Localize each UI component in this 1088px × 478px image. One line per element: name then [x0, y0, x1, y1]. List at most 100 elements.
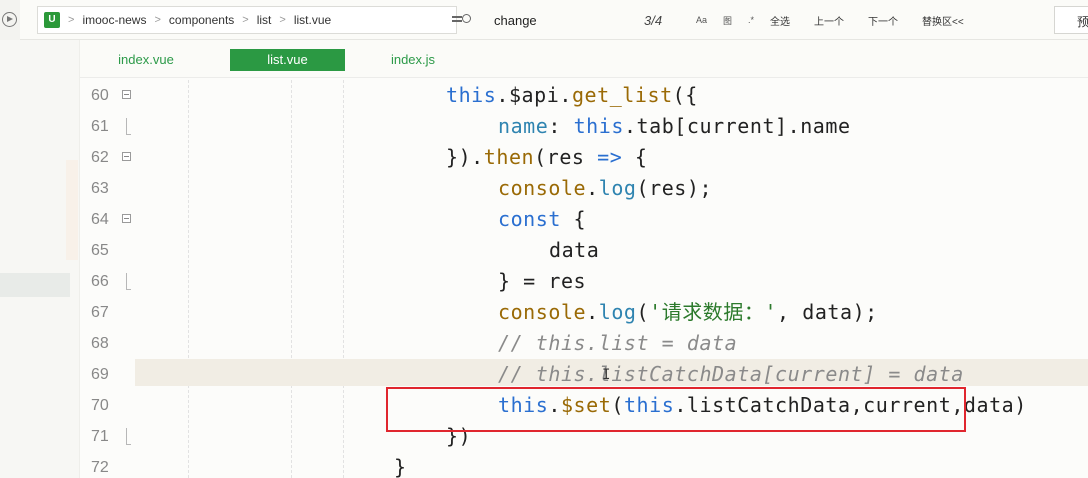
previous-match-button[interactable]: 上一个 [814, 13, 844, 28]
code-token: { [622, 145, 648, 169]
code-token: , data); [777, 300, 878, 324]
code-token: { [560, 207, 587, 231]
code-line[interactable]: 61 name: this.tab[current].name [80, 111, 1088, 142]
preview-button[interactable]: 预 [1054, 6, 1088, 34]
search-input[interactable]: change [494, 13, 644, 28]
next-match-button[interactable]: 下一个 [868, 13, 898, 28]
code-token: get_list [571, 83, 673, 107]
code-token: (res [534, 145, 598, 169]
code-token: name [498, 114, 549, 138]
breadcrumb-item-project[interactable]: imooc-news [82, 13, 146, 27]
fold-toggle-icon[interactable] [122, 152, 131, 161]
code-editor[interactable]: 60 this.$api.get_list({61 name: this.tab[c… [80, 80, 1088, 478]
code-text: } = res [498, 266, 586, 297]
side-panel-scroll-mark [66, 160, 78, 260]
fold-end-icon [126, 428, 131, 445]
code-line[interactable]: 60 this.$api.get_list({ [80, 80, 1088, 111]
tab-index-vue[interactable]: index.vue [90, 49, 202, 71]
run-icon[interactable] [2, 12, 17, 27]
code-token: ({ [672, 83, 698, 107]
code-line[interactable]: 69 // this.listCatchData[current] = data [80, 359, 1088, 390]
code-token: } [394, 455, 407, 478]
line-number: 61 [91, 118, 109, 135]
breadcrumb-separator-icon: > [68, 14, 75, 26]
line-number: 68 [91, 335, 109, 352]
line-number: 71 [91, 428, 109, 445]
code-text: name: this.tab[current].name [498, 111, 851, 142]
code-token: this [446, 83, 497, 107]
code-line[interactable]: 72} [80, 452, 1088, 478]
code-token: then [483, 145, 535, 169]
breadcrumb-item-file[interactable]: list.vue [294, 13, 331, 27]
breadcrumb-separator-icon: > [279, 14, 286, 26]
regex-toggle[interactable]: .* [748, 15, 754, 25]
code-token: . [586, 300, 599, 324]
code-line[interactable]: 62}).then(res => { [80, 142, 1088, 173]
code-token: } = res [498, 269, 587, 293]
code-token: name [800, 114, 851, 138]
fold-end-icon [126, 273, 131, 290]
code-token: log [598, 176, 637, 200]
code-token: . [496, 83, 509, 107]
tab-index-js[interactable]: index.js [363, 49, 463, 71]
code-token: const [498, 207, 561, 231]
breadcrumb-item-subfolder[interactable]: list [257, 13, 272, 27]
code-token: $api [508, 83, 560, 107]
breadcrumb-separator-icon: > [242, 14, 249, 26]
line-number: 69 [91, 366, 109, 383]
code-token: (res); [636, 176, 713, 200]
code-text: data [549, 235, 599, 266]
code-token: .tab[current] [623, 114, 788, 138]
code-text: // this.listCatchData[current] = data [498, 359, 964, 390]
fold-toggle-icon[interactable] [122, 214, 131, 223]
app-logo-icon: U [44, 12, 60, 28]
annotation-highlight-box [386, 387, 966, 432]
fold-end-icon [126, 118, 131, 135]
project-side-panel [0, 40, 80, 478]
select-all-button[interactable]: 全选 [770, 13, 790, 28]
replace-toggle-button[interactable]: 替换区<< [922, 13, 964, 28]
code-text: const { [498, 204, 586, 235]
code-text: // this.list = data [498, 328, 737, 359]
code-token: . [787, 114, 801, 138]
editor-tabs: index.vue list.vue index.js [80, 40, 1088, 78]
match-case-toggle[interactable]: Aa [696, 15, 707, 25]
code-line[interactable]: 64 const { [80, 204, 1088, 235]
code-line[interactable]: 65 data [80, 235, 1088, 266]
line-number: 70 [91, 397, 109, 414]
fold-toggle-icon[interactable] [122, 90, 131, 99]
code-token: . [586, 176, 599, 200]
breadcrumb-separator-icon: > [154, 14, 161, 26]
code-text: this.$api.get_list({ [446, 80, 698, 111]
code-text: console.log('请求数据：', data); [498, 297, 878, 328]
code-token: log [598, 300, 637, 324]
code-token: ( [636, 300, 650, 324]
find-replace-icon[interactable] [452, 13, 474, 27]
line-number: 72 [91, 459, 109, 476]
code-token: '请求数据：' [649, 300, 778, 324]
code-token: // this.listCatchData[current] = data [498, 362, 964, 386]
code-token: }). [446, 145, 484, 169]
breadcrumb: U > imooc-news > components > list > lis… [37, 6, 457, 34]
top-toolbar: U > imooc-news > components > list > lis… [20, 0, 1088, 40]
whole-word-toggle[interactable]: 图 [723, 14, 732, 27]
tab-list-vue[interactable]: list.vue [230, 49, 345, 71]
code-line[interactable]: 68 // this.list = data [80, 328, 1088, 359]
side-panel-selected-item[interactable] [0, 273, 70, 297]
code-token: : [548, 114, 574, 138]
code-token: . [559, 83, 572, 107]
code-text: console.log(res); [498, 173, 712, 204]
code-text: }).then(res => { [446, 142, 648, 173]
code-line[interactable]: 63 console.log(res); [80, 173, 1088, 204]
code-token: this [573, 114, 624, 138]
code-token: console [498, 300, 587, 324]
code-token: => [597, 145, 623, 169]
line-number: 63 [91, 180, 109, 197]
line-number: 65 [91, 242, 109, 259]
code-token: console [498, 176, 587, 200]
breadcrumb-item-folder[interactable]: components [169, 13, 234, 27]
code-token: data [549, 238, 600, 262]
code-line[interactable]: 67 console.log('请求数据：', data); [80, 297, 1088, 328]
code-line[interactable]: 66} = res [80, 266, 1088, 297]
code-token: // this.list = data [498, 331, 738, 355]
